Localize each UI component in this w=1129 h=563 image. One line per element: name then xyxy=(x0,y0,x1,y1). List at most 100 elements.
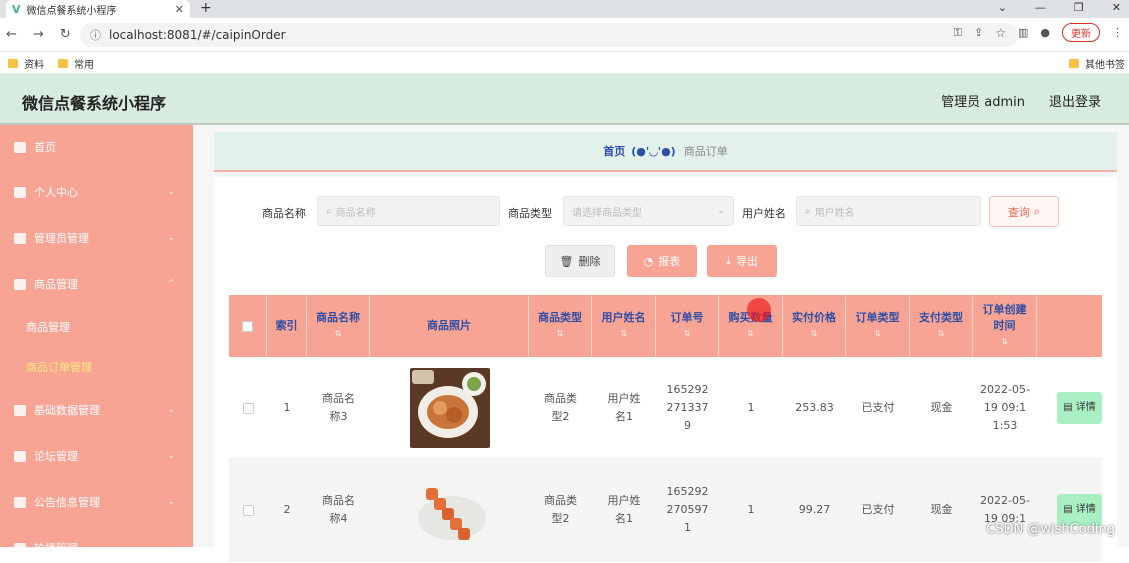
sort-icon[interactable]: ⇅ xyxy=(938,326,945,342)
query-button[interactable]: 查询 ⌕ xyxy=(989,196,1059,227)
row-checkbox[interactable] xyxy=(243,505,254,516)
report-button[interactable]: ◔ 报表 xyxy=(627,245,697,277)
sidebar-sub-goods[interactable]: 商品管理 xyxy=(26,319,70,335)
bookmark-folder[interactable]: 资料 xyxy=(8,56,44,71)
table-row[interactable]: 1 商品名称3 商品类型2 用户姓名1 1652 xyxy=(229,357,1102,459)
sidebar-item-goods[interactable]: 商品管理 ⌃ xyxy=(0,269,193,299)
breadcrumb-current: 商品订单 xyxy=(684,143,728,159)
sidebar-item-basic-data[interactable]: 基础数据管理 ⌄ xyxy=(0,395,193,425)
column-header[interactable]: 商品类型⇅ xyxy=(529,295,592,357)
user-icon xyxy=(14,187,26,198)
food-photo[interactable] xyxy=(410,368,490,448)
star-icon[interactable]: ☆ xyxy=(995,26,1006,40)
cell-order-type: 已支付 xyxy=(846,459,910,561)
reload-icon[interactable]: ↻ xyxy=(60,27,71,42)
close-tab-icon[interactable]: ✕ xyxy=(175,3,184,16)
search-icon: ⌕ xyxy=(1034,205,1040,219)
sort-icon[interactable]: ⇅ xyxy=(557,326,564,342)
detail-button[interactable]: ▤ 详情 xyxy=(1057,392,1102,424)
column-header[interactable]: 支付类型⇅ xyxy=(910,295,973,357)
chevron-down-icon: ⌄ xyxy=(167,543,175,553)
home-icon xyxy=(14,142,26,153)
cell-name: 商品名称3 xyxy=(307,357,370,459)
food-photo[interactable] xyxy=(410,470,490,550)
export-button[interactable]: ⤓ 导出 xyxy=(707,245,777,277)
cell-pay-type: 现金 xyxy=(910,357,973,459)
sidepanel-icon[interactable]: ▥ xyxy=(1018,26,1028,39)
sort-icon[interactable]: ⇅ xyxy=(811,326,818,342)
app-header: 微信点餐系统小程序 管理员 admin 退出登录 xyxy=(0,74,1129,125)
profile-icon[interactable]: ● xyxy=(1040,26,1050,39)
table-row[interactable]: 2 商品名称4 商品类型2 用户姓名1 1652922705971 xyxy=(229,459,1102,561)
column-header[interactable]: 实付价格⇅ xyxy=(783,295,846,357)
column-header[interactable]: 用户姓名⇅ xyxy=(592,295,656,357)
row-checkbox[interactable] xyxy=(243,403,254,414)
url-field[interactable]: ⓘ localhost:8081/#/caipinOrder xyxy=(80,23,1018,47)
select-all-checkbox[interactable] xyxy=(242,321,253,332)
download-icon: ⤓ xyxy=(726,254,731,268)
other-bookmarks[interactable]: 其他书签 xyxy=(1069,56,1125,71)
sidebar-item-label: 商品管理 xyxy=(34,276,78,292)
column-header[interactable]: 订单号⇅ xyxy=(656,295,719,357)
column-header-label: 索引 xyxy=(276,318,298,334)
share-icon[interactable]: ⇪ xyxy=(974,26,983,39)
sidebar-sub-goods-orders[interactable]: 商品订单管理 xyxy=(26,359,92,375)
info-icon[interactable]: ⓘ xyxy=(90,27,101,43)
minimize-icon[interactable]: — xyxy=(1035,0,1046,16)
sidebar-item-forum[interactable]: 论坛管理 ⌄ xyxy=(0,441,193,471)
menu-icon[interactable]: ⋮ xyxy=(1112,26,1123,39)
update-button[interactable]: 更新 xyxy=(1062,23,1100,42)
cell-price: 99.27 xyxy=(783,459,846,561)
sort-icon[interactable]: ⇅ xyxy=(620,326,627,342)
column-header[interactable]: 订单创建时间⇅ xyxy=(973,295,1037,357)
delete-button[interactable]: 🗑 删除 xyxy=(545,245,615,277)
cell-user: 用户姓名1 xyxy=(592,459,656,561)
goods-type-select[interactable]: 请选择商品类型 ⌄ xyxy=(563,196,734,226)
column-header-label: 订单类型 xyxy=(856,310,900,326)
column-header[interactable]: 商品名称⇅ xyxy=(307,295,370,357)
new-tab-button[interactable]: + xyxy=(200,0,212,16)
cell-price: 253.83 xyxy=(783,357,846,459)
chevron-down-icon[interactable]: ⌄ xyxy=(998,0,1007,16)
breadcrumb-separator: (●'◡'●) xyxy=(631,145,675,158)
column-header[interactable]: 订单类型⇅ xyxy=(846,295,910,357)
sort-icon[interactable]: ⇅ xyxy=(684,326,691,342)
column-header[interactable]: 索引 xyxy=(267,295,307,357)
key-icon[interactable]: ⚿ xyxy=(954,26,962,40)
window-controls: ⌄ — ❐ ✕ xyxy=(998,0,1121,16)
column-header-label: 实付价格 xyxy=(792,310,836,326)
sort-icon[interactable]: ⇅ xyxy=(1001,334,1008,350)
logout-link[interactable]: 退出登录 xyxy=(1049,91,1101,110)
sidebar-item-label: 公告信息管理 xyxy=(34,494,100,510)
user-name-input[interactable]: ⌕ 用户姓名 xyxy=(796,196,981,226)
sort-icon[interactable]: ⇅ xyxy=(874,326,881,342)
sidebar-item-carousel[interactable]: 轮播管理 ⌄ xyxy=(0,533,193,563)
sidebar-item-home[interactable]: 首页 xyxy=(0,132,193,162)
column-header[interactable]: 商品照片 xyxy=(370,295,529,357)
sidebar-item-profile[interactable]: 个人中心 ⌄ xyxy=(0,177,193,207)
sort-icon[interactable]: ⇅ xyxy=(747,326,754,342)
sidebar-item-notice[interactable]: 公告信息管理 ⌄ xyxy=(0,487,193,517)
sidebar-item-label: 基础数据管理 xyxy=(34,402,100,418)
browser-tab[interactable]: V 微信点餐系统小程序 ✕ xyxy=(6,0,190,18)
notice-icon xyxy=(14,497,26,508)
document-icon: ▤ xyxy=(1063,501,1072,519)
forum-icon xyxy=(14,451,26,462)
cell-photo xyxy=(370,357,529,459)
forward-icon[interactable]: → xyxy=(33,27,44,42)
back-icon[interactable]: ← xyxy=(6,27,17,42)
bookmark-label: 资料 xyxy=(24,56,44,71)
bookmark-label: 其他书签 xyxy=(1085,56,1125,71)
chevron-down-icon: ⌄ xyxy=(717,206,725,216)
close-window-icon[interactable]: ✕ xyxy=(1112,0,1121,16)
cell-order-no: 1652922713379 xyxy=(656,357,719,459)
bookmark-folder[interactable]: 常用 xyxy=(58,56,94,71)
main-content: 首页 (●'◡'●) 商品订单 商品名称 ⌕ 商品名称 商品类型 请选择商品类型… xyxy=(193,125,1129,547)
sidebar-item-admin[interactable]: 管理员管理 ⌄ xyxy=(0,223,193,253)
user-name-label: 用户姓名 xyxy=(742,205,786,221)
restore-icon[interactable]: ❐ xyxy=(1074,0,1084,16)
search-icon: ⌕ xyxy=(326,206,332,217)
goods-name-input[interactable]: ⌕ 商品名称 xyxy=(317,196,500,226)
sort-icon[interactable]: ⇅ xyxy=(335,326,342,342)
breadcrumb-home[interactable]: 首页 xyxy=(603,143,625,159)
